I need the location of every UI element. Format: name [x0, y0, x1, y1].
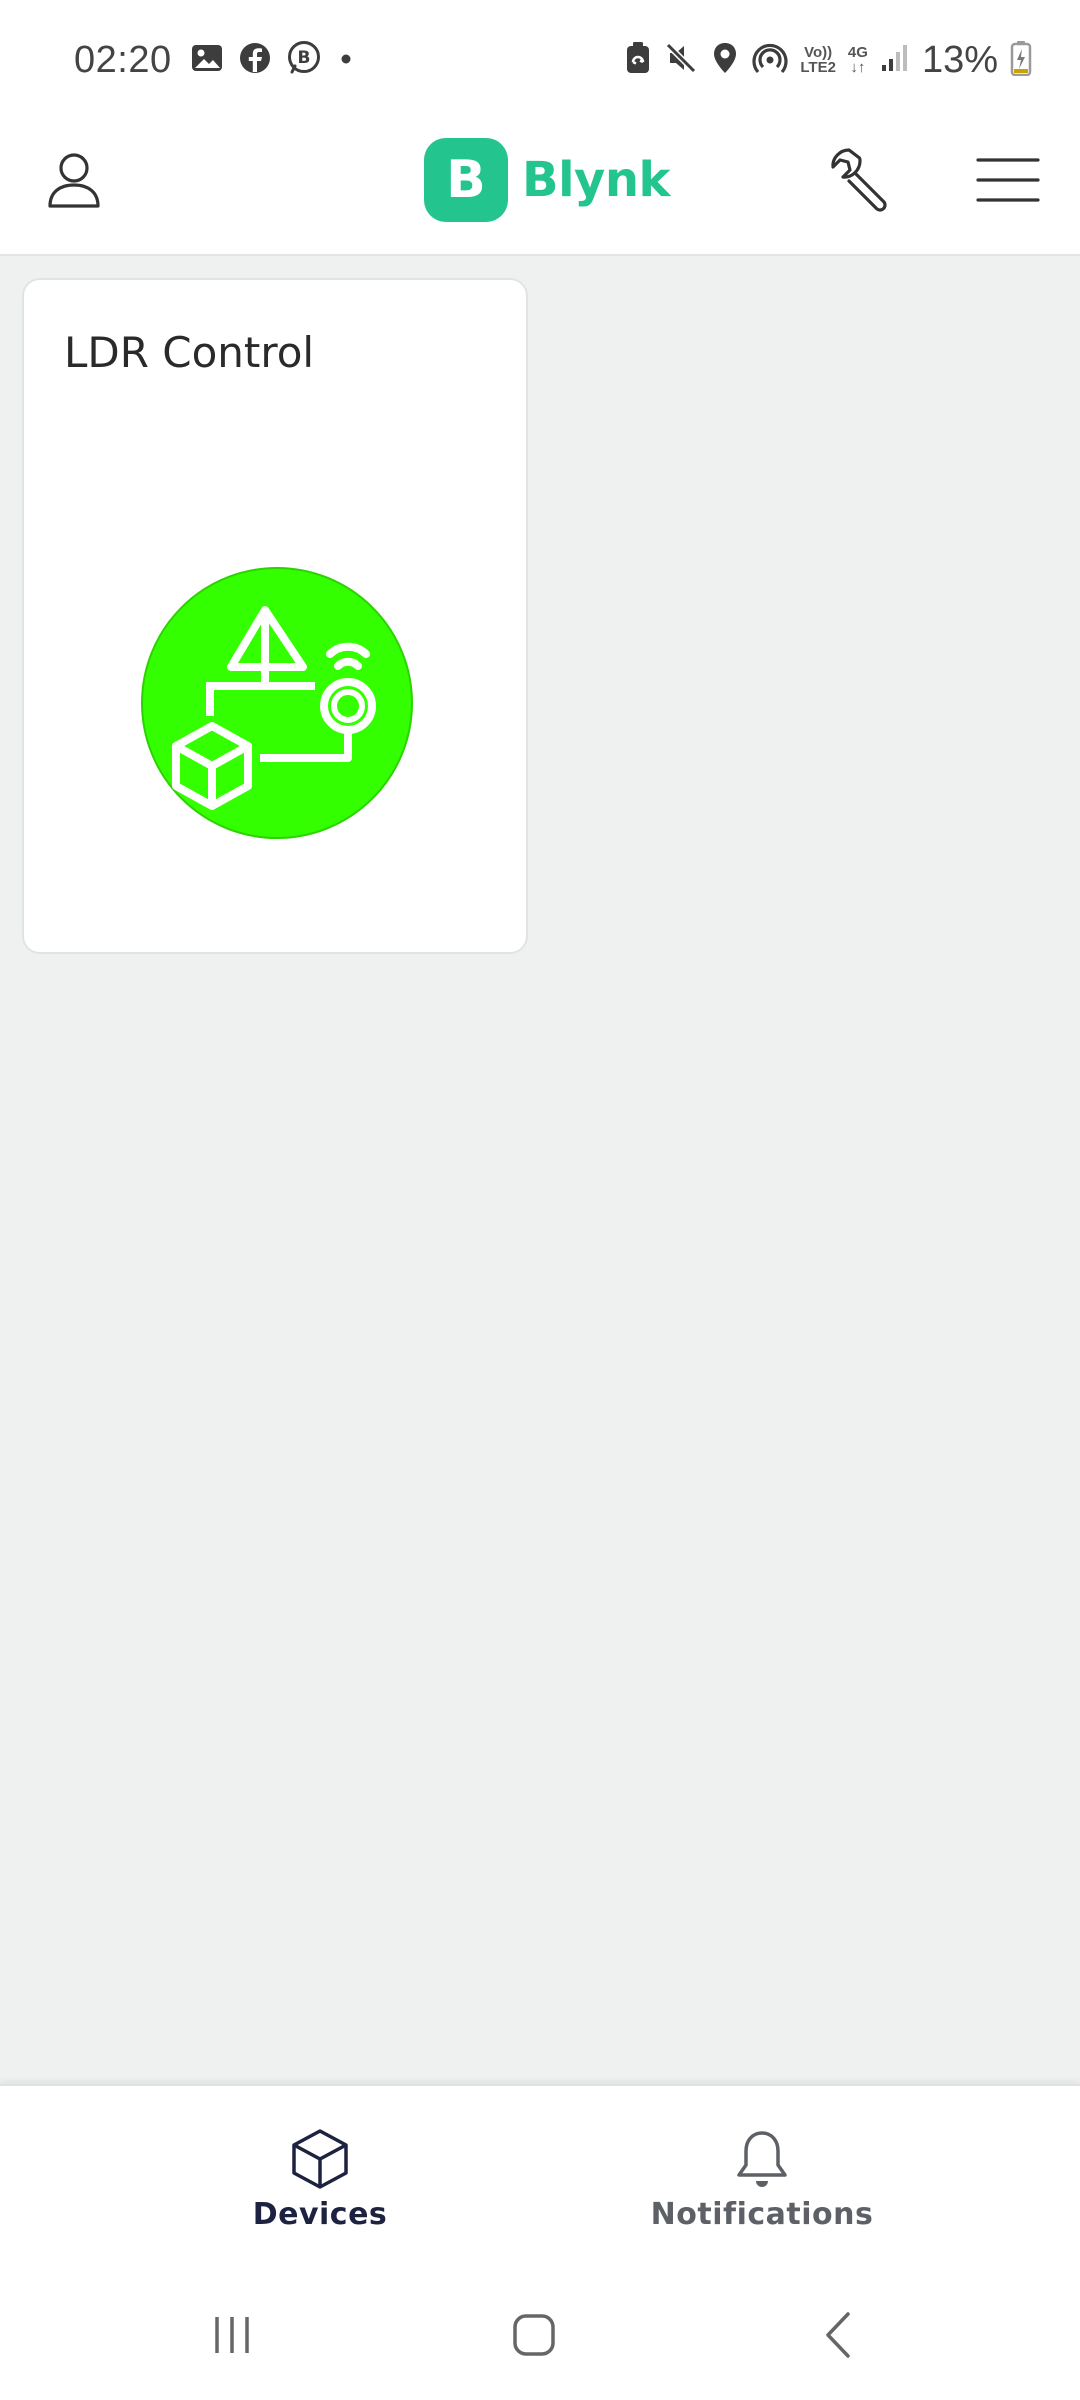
gallery-icon [190, 41, 224, 79]
status-bar: 02:20 B Vo)) LTE2 4G ↓↑ 13% [0, 0, 1080, 120]
system-status-icons: Vo)) LTE2 4G ↓↑ 13% [624, 39, 1032, 82]
signal-icon [880, 43, 910, 77]
notification-icons: B [190, 40, 356, 80]
status-time: 02:20 [74, 38, 172, 81]
profile-button[interactable] [38, 144, 110, 216]
system-navigation-bar [0, 2270, 1080, 2400]
home-button[interactable] [484, 2290, 584, 2380]
blynk-logo: B Blynk [424, 128, 670, 232]
back-icon [826, 2312, 850, 2358]
dot-icon [336, 41, 356, 79]
hotspot-icon [752, 41, 788, 79]
blynk-badge-icon: B [424, 138, 508, 222]
cube-icon [292, 2128, 348, 2189]
device-template-icon [140, 566, 414, 840]
menu-icon [976, 158, 1040, 202]
home-icon [513, 2314, 555, 2356]
tab-notifications-label: Notifications [650, 2196, 874, 2232]
recents-icon [215, 2317, 249, 2353]
recents-button[interactable] [182, 2290, 282, 2380]
device-name: LDR Control [64, 328, 315, 377]
tab-devices[interactable]: Devices [200, 2086, 440, 2272]
battery-charging-icon [1010, 40, 1032, 80]
bottom-navigation: Devices Notifications [0, 2084, 1080, 2270]
profile-icon [48, 153, 100, 208]
battery-percent: 13% [921, 38, 998, 81]
menu-button[interactable] [970, 142, 1046, 218]
tab-devices-label: Devices [252, 2196, 388, 2232]
b-circle-icon: B [286, 40, 322, 80]
developer-tools-button[interactable] [818, 138, 902, 222]
devices-grid: LDR Control [0, 256, 1080, 2084]
location-icon [710, 41, 740, 79]
back-button[interactable] [788, 2290, 888, 2380]
tab-notifications[interactable]: Notifications [622, 2086, 902, 2272]
app-header: B Blynk [0, 120, 1080, 256]
svg-text:B: B [297, 48, 310, 68]
bell-icon [737, 2130, 787, 2187]
brand-name: Blynk [522, 152, 670, 208]
battery-saver-icon [624, 41, 652, 79]
facebook-icon [238, 41, 272, 79]
wrench-icon [831, 148, 887, 212]
mute-icon [664, 41, 698, 79]
volte-icon: Vo)) LTE2 [800, 44, 836, 76]
device-card[interactable]: LDR Control [22, 278, 528, 954]
data-4g-icon: 4G ↓↑ [847, 44, 868, 76]
